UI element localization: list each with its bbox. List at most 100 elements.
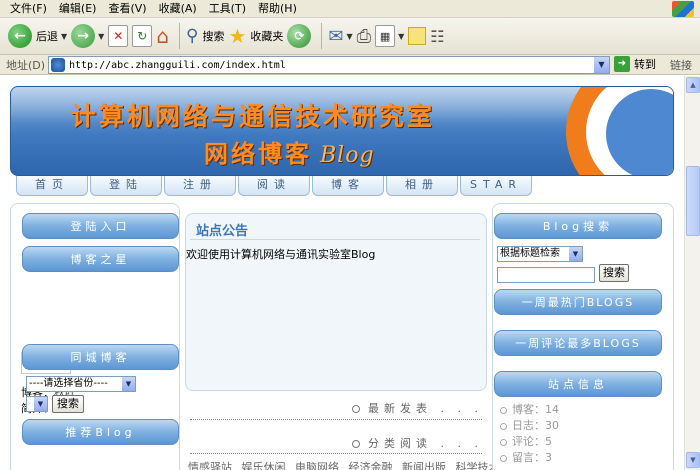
- banner-subtitle-cn: 网络博客: [204, 139, 312, 168]
- notice-title: 站点公告: [196, 224, 249, 239]
- menu-view[interactable]: 查看(V): [102, 0, 152, 18]
- research-button[interactable]: ☷: [430, 20, 444, 52]
- back-button[interactable]: ← 后退 ▼: [8, 20, 67, 52]
- menu-favorites[interactable]: 收藏(A): [153, 0, 203, 18]
- windows-logo-icon: [672, 1, 694, 17]
- city-blog-header: 同城博客: [22, 344, 179, 370]
- go-arrow-icon: ➜: [614, 56, 630, 72]
- banner-subtitle: 网络博客 Blog: [204, 134, 375, 169]
- hot-blogs-button[interactable]: 一周最热门BLOGS: [494, 289, 662, 315]
- stat-blogs: 博客：14: [500, 401, 559, 417]
- stat-posts: 日志：30: [500, 417, 559, 433]
- tab-register[interactable]: 注册: [164, 176, 236, 196]
- star-icon: ★: [228, 24, 247, 48]
- back-dropdown-icon[interactable]: ▼: [61, 32, 67, 41]
- address-input[interactable]: http://abc.zhangguili.com/index.html ▼: [48, 56, 610, 74]
- latest-posts-header: 最新发表 . . . .: [352, 400, 500, 416]
- stop-icon: ✕: [108, 25, 129, 47]
- search-button[interactable]: ⚲ 搜索: [186, 20, 224, 52]
- mail-icon: ✉: [328, 25, 344, 47]
- address-url: http://abc.zhangguili.com/index.html: [69, 59, 286, 71]
- history-icon: ⟳: [287, 24, 312, 48]
- back-arrow-icon: ←: [8, 24, 32, 48]
- page-viewport: 计算机网络与通信技术研究室 网络博客 Blog 首页 登陆 注册 阅读 博客 相册…: [0, 76, 684, 470]
- menu-bar: 文件(F) 编辑(E) 查看(V) 收藏(A) 工具(T) 帮助(H): [0, 0, 700, 18]
- stat-comments: 评论：5: [500, 433, 552, 449]
- circle-bullet-icon: [352, 405, 360, 413]
- tab-star[interactable]: STAR: [460, 176, 532, 196]
- category-divider: [190, 453, 482, 454]
- tab-album[interactable]: 相册: [386, 176, 458, 196]
- tab-blog[interactable]: 博客: [312, 176, 384, 196]
- chevron-down-icon: ▼: [569, 247, 582, 261]
- toolbar-separator: [321, 23, 323, 49]
- search-label: 搜索: [202, 30, 225, 43]
- notice-divider: [190, 239, 480, 240]
- menu-tools[interactable]: 工具(T): [203, 0, 252, 18]
- stop-button[interactable]: ✕: [108, 20, 129, 52]
- address-dropdown-icon[interactable]: ▼: [594, 57, 609, 73]
- print-button[interactable]: ⎙: [357, 20, 371, 52]
- blog-search-input[interactable]: [497, 267, 595, 283]
- most-commented-blogs-button[interactable]: 一周评论最多BLOGS: [494, 330, 662, 356]
- research-icon: ☷: [430, 26, 445, 46]
- search-type-select[interactable]: 根据标题检索 ▼: [497, 246, 583, 262]
- address-label: 地址(D): [6, 58, 46, 72]
- mail-button[interactable]: ✉ ▼: [328, 20, 352, 52]
- category-label: 分类阅读: [368, 437, 432, 450]
- category-header: 分类阅读 . . . .: [352, 435, 500, 451]
- menu-file[interactable]: 文件(F): [0, 0, 53, 18]
- favorites-button[interactable]: ★ 收藏夹: [228, 20, 283, 52]
- scroll-up-icon[interactable]: ▲: [686, 77, 700, 93]
- refresh-icon: ↻: [132, 25, 153, 47]
- stat-comments-text: 评论：5: [512, 435, 552, 448]
- stat-messages-text: 留言：3: [512, 451, 552, 464]
- history-button[interactable]: ⟳: [287, 20, 312, 52]
- site-info-header: 站点信息: [494, 371, 662, 397]
- note-icon: [408, 27, 427, 45]
- blog-search-button[interactable]: 搜索: [599, 264, 629, 282]
- circle-bullet-icon: [500, 454, 507, 462]
- scroll-down-icon[interactable]: ▼: [686, 452, 700, 468]
- blog-search-header: Blog搜索: [494, 213, 662, 239]
- city-select[interactable]: ▼: [26, 396, 48, 412]
- recommend-blog-header: 推荐Blog: [22, 419, 179, 445]
- discuss-button[interactable]: [408, 20, 427, 52]
- mail-dropdown-icon[interactable]: ▼: [347, 32, 353, 41]
- banner-title: 计算机网络与通信技术研究室: [71, 102, 436, 131]
- blog-star-header: 博客之星: [22, 246, 179, 272]
- province-select-value: ----请选择省份----: [29, 378, 108, 389]
- vertical-scrollbar[interactable]: ▲ ▼: [684, 76, 700, 470]
- edit-icon: ▦: [375, 25, 396, 47]
- tab-login[interactable]: 登陆: [90, 176, 162, 196]
- menu-help[interactable]: 帮助(H): [252, 0, 303, 18]
- forward-button[interactable]: → ▼: [71, 20, 104, 52]
- forward-dropdown-icon[interactable]: ▼: [98, 32, 104, 41]
- home-button[interactable]: ⌂: [156, 20, 169, 52]
- search-icon: ⚲: [186, 26, 199, 46]
- menu-edit[interactable]: 编辑(E): [53, 0, 103, 18]
- category-links[interactable]: 情感驿站 娱乐休闲 电脑网络 经济金融 新闻出版 科学技术: [188, 459, 499, 470]
- favorites-label: 收藏夹: [250, 30, 284, 43]
- main-nav: 首页 登陆 注册 阅读 博客 相册 STAR: [16, 176, 534, 196]
- address-bar: 地址(D) http://abc.zhangguili.com/index.ht…: [0, 55, 700, 75]
- banner-subtitle-en: Blog: [320, 143, 375, 168]
- stat-blogs-text: 博客：14: [512, 403, 559, 416]
- home-icon: ⌂: [156, 24, 170, 48]
- site-banner: 计算机网络与通信技术研究室 网络博客 Blog: [10, 86, 674, 176]
- refresh-button[interactable]: ↻: [132, 20, 153, 52]
- search-type-value: 根据标题检索: [500, 248, 560, 259]
- printer-icon: ⎙: [356, 25, 372, 47]
- stat-messages: 留言：3: [500, 449, 552, 465]
- go-button[interactable]: ➜ 转到: [614, 56, 656, 72]
- links-button[interactable]: 链接: [670, 57, 692, 73]
- scroll-thumb[interactable]: [686, 166, 700, 236]
- circle-bullet-icon: [500, 438, 507, 446]
- tab-home[interactable]: 首页: [16, 176, 88, 196]
- province-select[interactable]: ----请选择省份---- ▼: [26, 376, 136, 392]
- edit-button[interactable]: ▦ ▼: [375, 20, 404, 52]
- login-entry-button[interactable]: 登陆入口: [22, 213, 179, 239]
- edit-dropdown-icon[interactable]: ▼: [398, 32, 404, 41]
- tab-read[interactable]: 阅读: [238, 176, 310, 196]
- city-search-button[interactable]: 搜索: [52, 395, 84, 413]
